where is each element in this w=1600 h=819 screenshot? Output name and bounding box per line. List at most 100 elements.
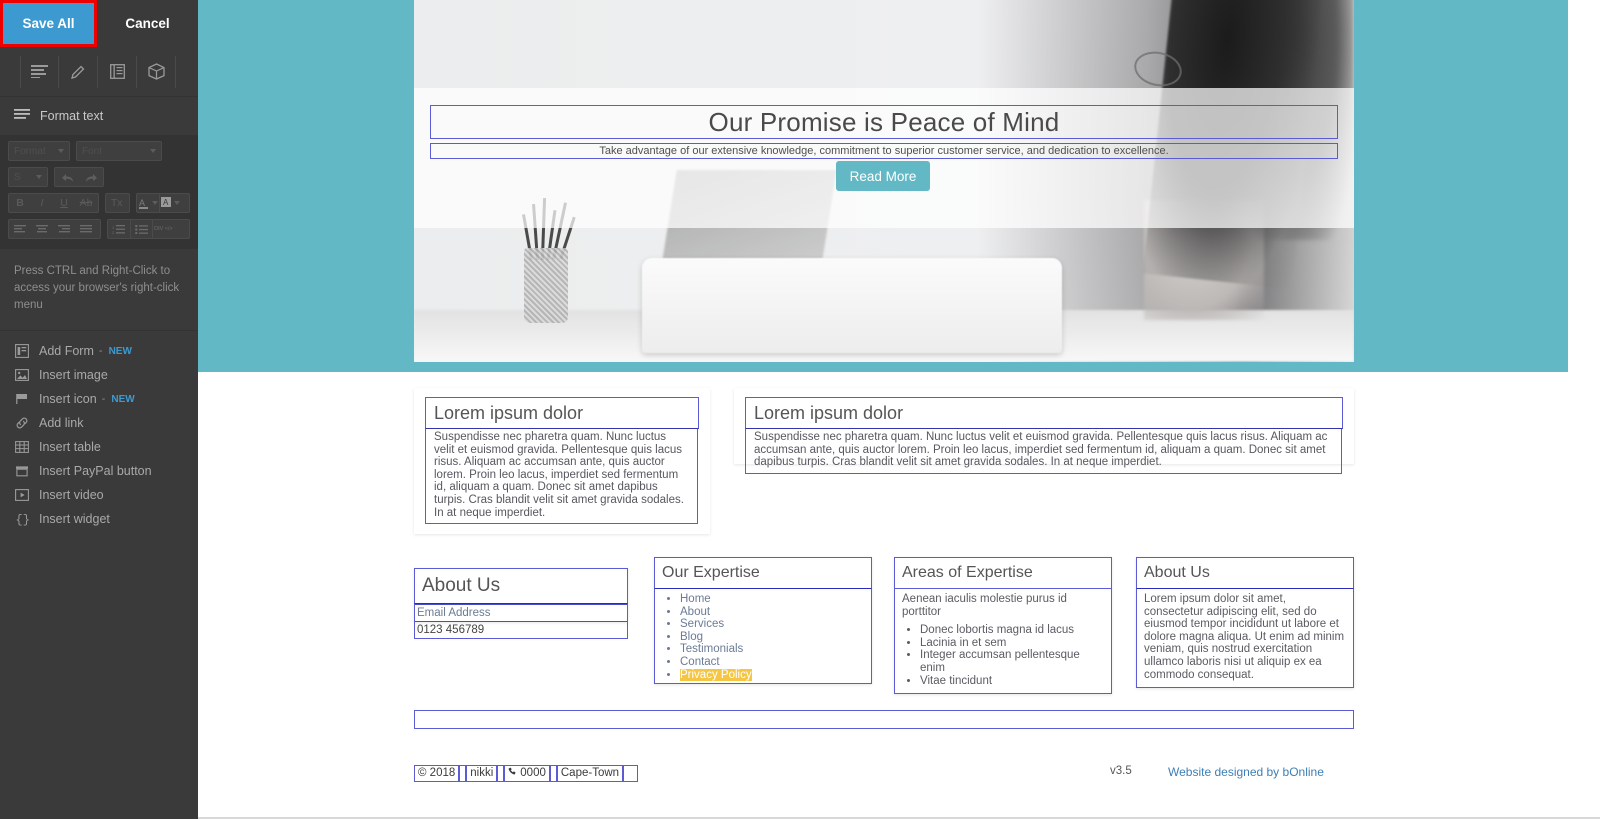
site-preview: Our Promise is Peace of Mind Take advant…	[198, 0, 1600, 819]
hero-title: Our Promise is Peace of Mind	[708, 106, 1060, 137]
insert-menu: Add Form - NEW Insert image Insert icon …	[0, 331, 198, 531]
expertise-title[interactable]: Our Expertise	[654, 557, 872, 589]
widget-icon: {}	[14, 512, 29, 527]
menu-dash: -	[101, 393, 106, 405]
hero-image: Our Promise is Peace of Mind Take advant…	[414, 0, 1354, 362]
italic-button[interactable]: I	[31, 194, 53, 212]
text-color-icon: A	[138, 197, 150, 209]
empty-editable-strip[interactable]	[414, 710, 1354, 729]
align-center-icon	[36, 224, 48, 234]
hero-title-edit-region[interactable]: Our Promise is Peace of Mind	[430, 105, 1338, 139]
flag-icon	[14, 392, 29, 407]
ordered-list-button[interactable]: 12	[108, 220, 130, 238]
about-phone-line[interactable]: 0123 456789	[415, 622, 627, 638]
areas-body: Aenean iaculis molestie purus id porttit…	[894, 589, 1112, 695]
align-left-button[interactable]	[9, 220, 31, 238]
redo-button[interactable]	[80, 168, 102, 186]
footer-card-expertise: Our Expertise Home About Services Blog T…	[654, 557, 872, 685]
align-justify-button[interactable]	[75, 220, 97, 238]
footer-card-about2: About Us Lorem ipsum dolor sit amet, con…	[1136, 557, 1354, 689]
form-icon	[14, 344, 29, 359]
widgets-tab[interactable]	[137, 55, 176, 88]
pencil-icon	[70, 64, 86, 80]
save-all-button[interactable]: Save All	[0, 0, 97, 47]
list-item-privacy-policy[interactable]: Privacy Policy	[680, 668, 864, 682]
about-email-line[interactable]: Email Address	[415, 604, 627, 622]
read-more-button[interactable]: Read More	[836, 161, 930, 191]
areas-intro[interactable]: Aenean iaculis molestie purus id porttit…	[902, 593, 1104, 618]
cube-icon	[147, 63, 165, 80]
list-item[interactable]: Vitae tincidunt	[920, 675, 1104, 688]
menu-item-insert-table[interactable]: Insert table	[0, 435, 198, 459]
menu-label: Insert table	[39, 440, 101, 454]
company-name[interactable]: nikki	[466, 765, 498, 782]
bold-button[interactable]: B	[9, 194, 31, 212]
list-item[interactable]: Lacinia in et sem	[920, 637, 1104, 650]
lorem-title-left[interactable]: Lorem ipsum dolor	[425, 397, 699, 429]
format-select[interactable]: Format	[8, 141, 70, 161]
lorem-body-right[interactable]: Suspendisse nec pharetra quam. Nunc luct…	[745, 429, 1342, 474]
code-view-label: DIV </>	[154, 226, 173, 232]
underline-button[interactable]: U	[53, 194, 75, 212]
menu-item-insert-icon[interactable]: Insert icon - NEW	[0, 387, 198, 411]
areas-title[interactable]: Areas of Expertise	[894, 557, 1112, 589]
menu-label: Insert PayPal button	[39, 464, 152, 478]
align-left-icon	[14, 224, 26, 234]
tool-tab-strip	[0, 47, 198, 97]
about2-body[interactable]: Lorem ipsum dolor sit amet, consectetur …	[1144, 593, 1346, 681]
align-right-button[interactable]	[53, 220, 75, 238]
about2-title[interactable]: About Us	[1136, 557, 1354, 589]
list-item[interactable]: Contact	[680, 656, 864, 669]
empty-footer-cell[interactable]	[623, 765, 639, 782]
svg-text:2: 2	[112, 230, 115, 234]
copyright-group: © 2018 nikki 0000 Cape-Town	[414, 765, 639, 782]
list-item[interactable]: Services	[680, 618, 864, 631]
layout-tab[interactable]	[98, 55, 137, 88]
hero-subtitle-edit-region[interactable]: Take advantage of our extensive knowledg…	[430, 143, 1338, 159]
text-lines-icon	[31, 65, 48, 78]
highlight-color-button[interactable]: A	[159, 194, 181, 212]
format-text-tab[interactable]	[20, 55, 59, 88]
list-item[interactable]: About	[680, 606, 864, 619]
phone-number: 0000	[520, 767, 546, 779]
list-item[interactable]: Blog	[680, 631, 864, 644]
designed-by-link[interactable]: Website designed by bOnline	[1168, 765, 1324, 779]
copyright-text[interactable]: © 2018	[414, 765, 460, 782]
sidebar-action-row: Save All Cancel	[0, 0, 198, 47]
strikethrough-button[interactable]: Ab	[75, 194, 97, 212]
cancel-button[interactable]: Cancel	[97, 0, 198, 47]
phone-cell[interactable]: 0000	[504, 765, 550, 782]
version-label: v3.5	[1110, 765, 1132, 777]
menu-item-insert-paypal-button[interactable]: Insert PayPal button	[0, 459, 198, 483]
code-view-button[interactable]: DIV </>	[151, 220, 174, 238]
menu-item-add-link[interactable]: Add link	[0, 411, 198, 435]
chevron-down-icon	[58, 149, 64, 153]
align-justify-icon	[80, 224, 92, 234]
lorem-body-left[interactable]: Suspendisse nec pharetra quam. Nunc luct…	[425, 429, 698, 525]
font-select[interactable]: Font	[76, 141, 162, 161]
menu-item-insert-widget[interactable]: {} Insert widget	[0, 507, 198, 531]
menu-item-insert-image[interactable]: Insert image	[0, 363, 198, 387]
undo-button[interactable]	[56, 168, 78, 186]
list-item[interactable]: Donec lobortis magna id lacus	[920, 624, 1104, 637]
font-size-select[interactable]: S	[8, 167, 48, 187]
areas-item-list: Donec lobortis magna id lacus Lacinia in…	[902, 624, 1104, 687]
image-icon	[14, 368, 29, 383]
about-title[interactable]: About Us	[414, 568, 628, 604]
unordered-list-button[interactable]	[129, 220, 152, 238]
list-item[interactable]: Integer accumsan pellentesque enim	[920, 649, 1104, 674]
separator-2	[497, 765, 505, 782]
menu-item-insert-video[interactable]: Insert video	[0, 483, 198, 507]
align-center-button[interactable]	[31, 220, 53, 238]
text-color-button[interactable]: A	[137, 194, 159, 212]
design-tab[interactable]	[59, 55, 98, 88]
format-toolbar: Format Font S B I U Ab Tx A A 1 2 DIV </…	[0, 135, 198, 249]
clear-formatting-button[interactable]: Tx	[106, 194, 128, 212]
menu-item-add-form[interactable]: Add Form - NEW	[0, 339, 198, 363]
lorem-card-left: Lorem ipsum dolor Suspendisse nec pharet…	[414, 388, 710, 534]
location-text[interactable]: Cape-Town	[556, 765, 624, 782]
lorem-title-right[interactable]: Lorem ipsum dolor	[745, 397, 1343, 429]
menu-label: Insert video	[39, 488, 104, 502]
list-item[interactable]: Home	[680, 593, 864, 606]
list-item[interactable]: Testimonials	[680, 643, 864, 656]
